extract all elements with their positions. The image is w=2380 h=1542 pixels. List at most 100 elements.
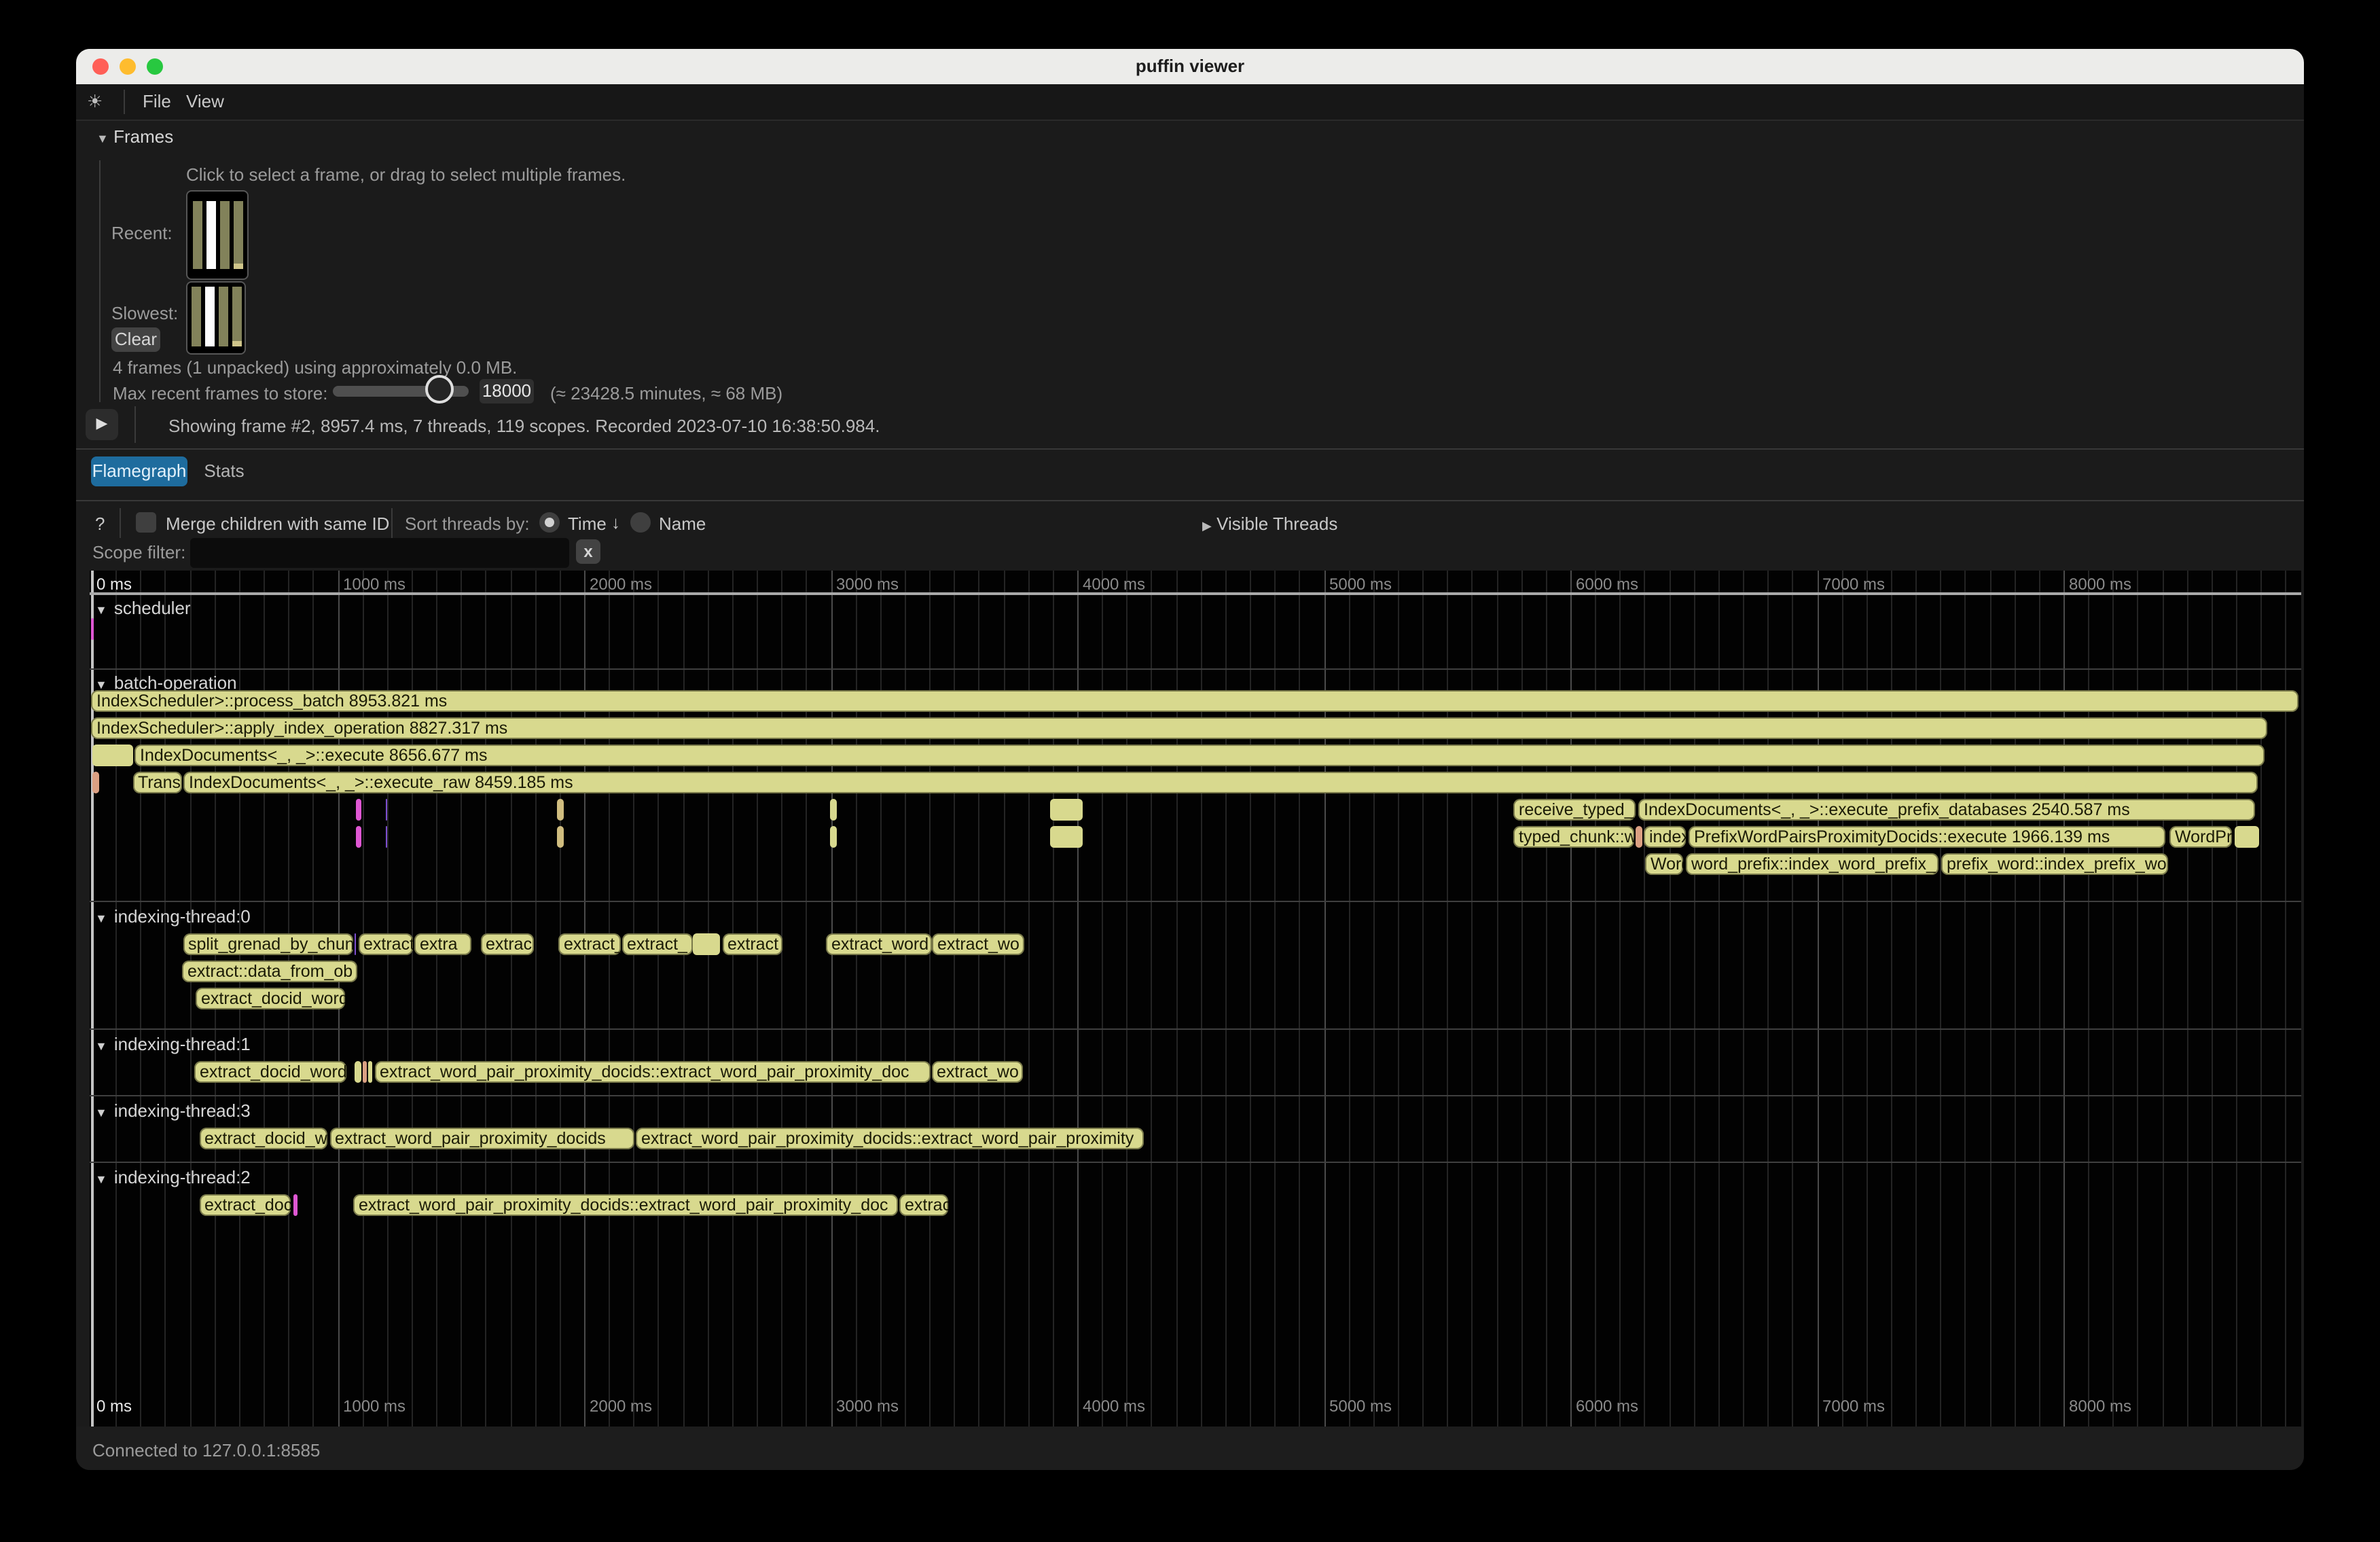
max-frames-label: Max recent frames to store: xyxy=(113,383,327,404)
thread-header[interactable]: ▼indexing-thread:1 xyxy=(95,1034,251,1054)
scope-bar[interactable]: extrac xyxy=(480,933,533,955)
thread-header[interactable]: ▼indexing-thread:3 xyxy=(95,1100,251,1121)
sort-threads-label: Sort threads by: xyxy=(405,514,530,534)
play-button[interactable]: ▶ xyxy=(86,409,118,440)
tab-stats[interactable]: Stats xyxy=(197,456,251,486)
scope-bar[interactable] xyxy=(362,1061,367,1083)
frame-bar-selected[interactable] xyxy=(206,201,216,269)
scope-bar[interactable]: receive_typed_ xyxy=(1513,799,1636,821)
scope-label: extract_wo xyxy=(931,1061,1022,1083)
scope-bar[interactable]: Trans xyxy=(132,772,182,793)
visible-threads-header[interactable]: ▶ Visible Threads xyxy=(1202,514,1337,534)
scope-label: IndexDocuments<_, _>::execute_raw 8459.1… xyxy=(183,772,2258,793)
sort-by-name-radio[interactable] xyxy=(630,512,651,533)
thread-header[interactable]: ▼indexing-thread:0 xyxy=(95,906,251,927)
scope-bar[interactable]: extract_wo xyxy=(931,1061,1022,1083)
scope-bar[interactable]: extract xyxy=(722,933,782,955)
tab-flamegraph[interactable]: Flamegraph xyxy=(91,456,187,486)
frame-bar[interactable] xyxy=(220,201,230,269)
scope-bar[interactable]: extract_ xyxy=(621,933,693,955)
merge-children-checkbox[interactable] xyxy=(136,512,156,533)
scope-bar[interactable] xyxy=(293,1194,298,1216)
scope-bar[interactable] xyxy=(385,799,387,821)
max-frames-value[interactable]: 18000 xyxy=(480,379,534,404)
slowest-label: Slowest: xyxy=(111,303,178,323)
scope-bar[interactable] xyxy=(830,799,837,821)
scope-bar[interactable]: WordPr xyxy=(2169,826,2232,848)
scope-bar[interactable]: PrefixWordPairsProximityDocids::execute … xyxy=(1689,826,2165,848)
scope-bar[interactable] xyxy=(355,826,361,848)
clear-frames-button[interactable]: Clear xyxy=(111,327,160,352)
scope-bar[interactable] xyxy=(693,933,720,955)
scope-bar[interactable]: Word xyxy=(1645,853,1683,875)
scope-bar[interactable]: IndexScheduler>::process_batch 8953.821 … xyxy=(91,690,2298,712)
scope-bar[interactable]: extra xyxy=(414,933,471,955)
scope-bar[interactable] xyxy=(557,799,564,821)
scope-bar[interactable]: prefix_word::index_prefix_wo xyxy=(1941,853,2168,875)
scope-bar[interactable]: extract_wo xyxy=(932,933,1024,955)
scope-bar[interactable]: extract_word_pair_proximity_docids::extr… xyxy=(353,1194,897,1216)
scope-bar[interactable]: typed_chunk::w xyxy=(1513,826,1634,848)
scope-bar[interactable]: IndexDocuments<_, _>::execute_raw 8459.1… xyxy=(183,772,2258,793)
scope-bar[interactable]: extract_docid_word xyxy=(196,988,345,1009)
scope-bar[interactable]: extract_word_pair_proximity_docids xyxy=(329,1128,634,1149)
menu-view[interactable]: View xyxy=(186,84,224,120)
scope-bar[interactable]: extract_docid_word xyxy=(194,1061,346,1083)
scope-bar[interactable]: extract_word_pair_proximity_docids::extr… xyxy=(636,1128,1143,1149)
scope-bar[interactable] xyxy=(1049,799,1083,821)
scope-bar[interactable] xyxy=(355,1061,361,1083)
recent-frames-thumbnail[interactable] xyxy=(186,190,249,280)
scope-bar[interactable] xyxy=(1049,826,1083,848)
scope-bar[interactable]: split_grenad_by_chun xyxy=(183,933,353,955)
scope-filter-input[interactable] xyxy=(190,538,569,568)
max-frames-slider-knob[interactable] xyxy=(425,375,454,404)
scope-bar[interactable] xyxy=(557,826,564,848)
merge-children-label: Merge children with same ID xyxy=(166,514,389,534)
collapse-triangle-icon: ▼ xyxy=(95,678,107,692)
frames-section-header[interactable]: ▼ Frames xyxy=(96,126,173,147)
scope-bar[interactable] xyxy=(92,745,133,766)
thread-header[interactable]: ▼scheduler xyxy=(95,598,191,618)
scope-bar[interactable]: extrac xyxy=(899,1194,948,1216)
scope-bar[interactable] xyxy=(830,826,837,848)
frame-bar-selected[interactable] xyxy=(205,287,215,346)
scope-bar[interactable]: extract_doc xyxy=(199,1194,290,1216)
scope-bar[interactable] xyxy=(385,826,387,848)
slowest-frames-thumbnail[interactable] xyxy=(186,281,246,355)
flamegraph-canvas[interactable]: 0 ms0 ms1000 ms1000 ms2000 ms2000 ms3000… xyxy=(90,571,2301,1427)
help-button[interactable]: ? xyxy=(95,514,105,534)
frame-bar[interactable] xyxy=(192,287,201,346)
scope-bar[interactable] xyxy=(90,618,93,640)
scope-bar[interactable]: extract xyxy=(358,933,413,955)
frame-bar[interactable] xyxy=(193,201,202,269)
frame-bar[interactable] xyxy=(219,287,228,346)
scope-bar[interactable] xyxy=(2235,826,2259,848)
scope-bar[interactable]: index xyxy=(1644,826,1686,848)
sort-direction-arrow-icon[interactable]: ↓ xyxy=(611,512,620,533)
scope-bar[interactable]: extract::data_from_ob xyxy=(182,961,357,982)
axis-tick-label: 8000 ms xyxy=(2069,1397,2131,1416)
scope-bar[interactable] xyxy=(92,772,98,793)
scope-bar[interactable]: word_prefix::index_word_prefix_ xyxy=(1686,853,1939,875)
scope-bar[interactable] xyxy=(354,933,356,955)
scope-bar[interactable]: IndexScheduler>::apply_index_operation 8… xyxy=(91,717,2267,739)
frame-bar[interactable] xyxy=(232,287,242,346)
scope-label: extract_docid_word xyxy=(199,1128,327,1149)
clear-filter-button[interactable]: x xyxy=(576,539,600,564)
thread-header[interactable]: ▼indexing-thread:2 xyxy=(95,1167,251,1187)
scope-bar[interactable]: extract_word_pair_proximity_docids::extr… xyxy=(374,1061,930,1083)
scope-bar[interactable]: IndexDocuments<_, _>::execute_prefix_dat… xyxy=(1638,799,2255,821)
scope-bar[interactable]: extract_docid_word xyxy=(199,1128,327,1149)
scope-label: extract::data_from_ob xyxy=(182,961,357,982)
scope-bar[interactable] xyxy=(355,799,361,821)
menu-file[interactable]: File xyxy=(143,84,171,120)
scope-bar[interactable]: IndexDocuments<_, _>::execute 8656.677 m… xyxy=(134,745,2265,766)
scope-bar[interactable]: extract_word xyxy=(826,933,931,955)
frame-bar[interactable] xyxy=(234,201,243,269)
scope-bar[interactable] xyxy=(367,1061,372,1083)
scope-bar[interactable]: extract_ xyxy=(558,933,620,955)
theme-toggle-icon[interactable]: ☀ xyxy=(87,84,103,120)
scope-label: extract_docid_word xyxy=(196,988,345,1009)
scope-bar[interactable] xyxy=(1636,826,1642,848)
sort-by-time-radio[interactable] xyxy=(539,512,560,533)
